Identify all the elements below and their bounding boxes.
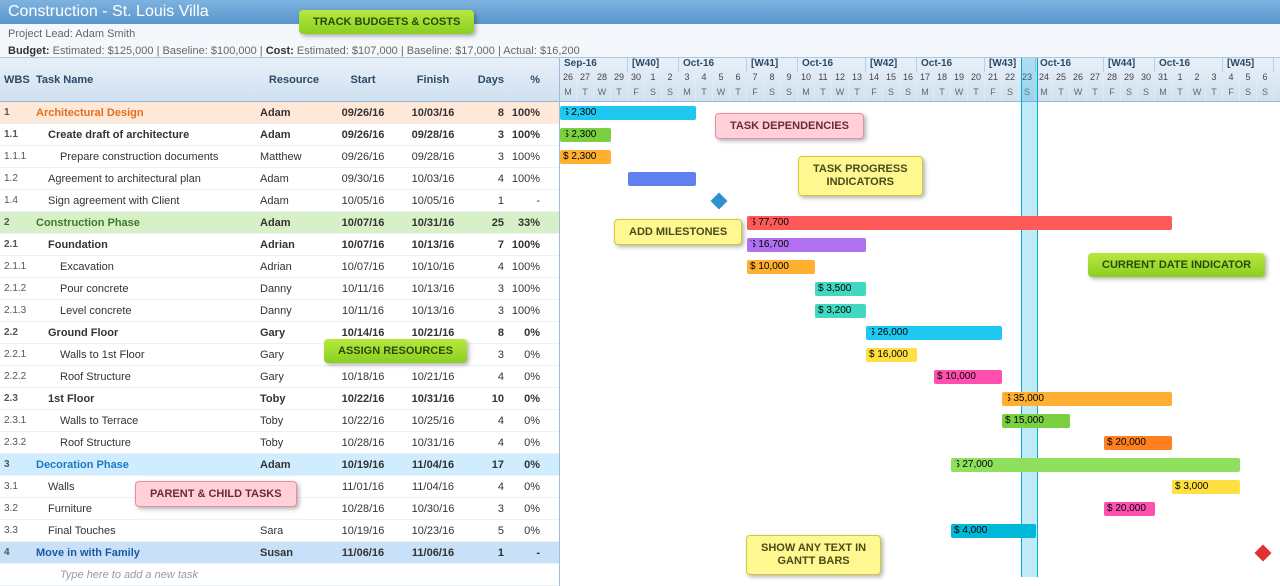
gantt-bar[interactable]: $ 3,200 (815, 304, 866, 318)
column-header: WBS Task Name Resource Start Finish Days… (0, 58, 1280, 102)
callout-assign: ASSIGN RESOURCES (324, 339, 467, 363)
callout-track-budgets: TRACK BUDGETS & COSTS (299, 10, 474, 34)
task-row[interactable]: 2.1.1ExcavationAdrian10/07/1610/10/16410… (0, 256, 559, 278)
gantt-bar[interactable]: $ 20,000 (1104, 502, 1155, 516)
task-row[interactable]: 1.4Sign agreement with ClientAdam10/05/1… (0, 190, 559, 212)
milestone-icon[interactable] (1255, 545, 1272, 562)
gantt-bar[interactable] (628, 172, 696, 186)
gantt-bar[interactable]: $ 77,700 (747, 216, 1172, 230)
gantt-bar[interactable]: $ 26,000 (866, 326, 1002, 340)
gantt-bar[interactable]: $ 3,000 (1172, 480, 1240, 494)
col-task[interactable]: Task Name (30, 74, 260, 86)
col-finish[interactable]: Finish (398, 74, 468, 86)
project-info: Project Lead: Adam Smith Budget: Estimat… (0, 24, 1280, 58)
callout-parent-child: PARENT & CHILD TASKS (135, 481, 297, 507)
gantt-bar[interactable]: $ 15,000 (1002, 414, 1070, 428)
col-start[interactable]: Start (328, 74, 398, 86)
task-row[interactable]: 2.2.2Roof StructureGary10/18/1610/21/164… (0, 366, 559, 388)
task-grid[interactable]: 1Architectural DesignAdam09/26/1610/03/1… (0, 102, 560, 586)
timeline-header: Sep-16[W40]Oct-16[W41]Oct-16[W42]Oct-16[… (560, 58, 1280, 101)
gantt-bar[interactable]: $ 2,300 (560, 106, 696, 120)
task-row[interactable]: 2.3.2Roof StructureToby10/28/1610/31/164… (0, 432, 559, 454)
task-row[interactable]: 2.1.2Pour concreteDanny10/11/1610/13/163… (0, 278, 559, 300)
task-row[interactable]: 1Architectural DesignAdam09/26/1610/03/1… (0, 102, 559, 124)
task-row[interactable]: 2.3.1Walls to TerraceToby10/22/1610/25/1… (0, 410, 559, 432)
gantt-bar[interactable]: $ 16,700 (747, 238, 866, 252)
task-row[interactable]: 3.3Final TouchesSara10/19/1610/23/1650% (0, 520, 559, 542)
task-row[interactable]: 4Move in with FamilySusan11/06/1611/06/1… (0, 542, 559, 564)
task-row[interactable]: 2Construction PhaseAdam10/07/1610/31/162… (0, 212, 559, 234)
milestone-icon[interactable] (711, 193, 728, 210)
col-days[interactable]: Days (468, 74, 508, 86)
gantt-bar[interactable]: $ 10,000 (747, 260, 815, 274)
task-row[interactable]: 2.2.1Walls to 1st FloorGary30% (0, 344, 559, 366)
gantt-bar[interactable]: $ 4,000 (951, 524, 1036, 538)
task-row[interactable]: 3Decoration PhaseAdam10/19/1611/04/16170… (0, 454, 559, 476)
col-wbs[interactable]: WBS (0, 74, 30, 86)
callout-add-ms: ADD MILESTONES (614, 219, 742, 245)
gantt-bar[interactable]: $ 2,300 (560, 128, 611, 142)
gantt-bar[interactable]: $ 16,000 (866, 348, 917, 362)
gantt-bar[interactable]: $ 27,000 (951, 458, 1240, 472)
col-resource[interactable]: Resource (260, 74, 328, 86)
callout-task-deps: TASK DEPENDENCIES (715, 113, 864, 139)
new-task-input[interactable]: Type here to add a new task (30, 569, 260, 581)
col-percent[interactable]: % (508, 74, 548, 86)
title-bar: Construction - St. Louis Villa (0, 0, 1280, 24)
task-row[interactable]: 1.1.1Prepare construction documentsMatth… (0, 146, 559, 168)
callout-current-date: CURRENT DATE INDICATOR (1088, 253, 1265, 277)
callout-show-text: SHOW ANY TEXT INGANTT BARS (746, 535, 881, 575)
gantt-bar[interactable]: $ 20,000 (1104, 436, 1172, 450)
gantt-bar[interactable]: $ 3,500 (815, 282, 866, 296)
gantt-bar[interactable]: $ 35,000 (1002, 392, 1172, 406)
gantt-bar[interactable]: $ 2,300 (560, 150, 611, 164)
gantt-bar[interactable]: $ 10,000 (934, 370, 1002, 384)
task-row[interactable]: 2.2Ground FloorGary10/14/1610/21/1680% (0, 322, 559, 344)
task-row[interactable]: 1.2Agreement to architectural planAdam09… (0, 168, 559, 190)
task-row[interactable]: 1.1Create draft of architectureAdam09/26… (0, 124, 559, 146)
task-row[interactable]: 2.1.3Level concreteDanny10/11/1610/13/16… (0, 300, 559, 322)
task-row[interactable]: 2.31st FloorToby10/22/1610/31/16100% (0, 388, 559, 410)
current-date-indicator (1021, 58, 1038, 577)
callout-progress: TASK PROGRESSINDICATORS (798, 156, 923, 196)
task-row[interactable]: 2.1FoundationAdrian10/07/1610/13/167100% (0, 234, 559, 256)
